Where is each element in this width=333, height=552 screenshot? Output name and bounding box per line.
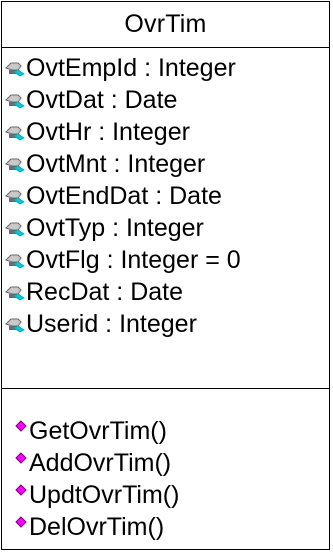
operation-row: AddOvrTim() bbox=[2, 447, 329, 479]
attribute-row: RecDat : Date bbox=[2, 276, 329, 308]
attribute-row: OvtHr : Integer bbox=[2, 116, 329, 148]
operation-row: DelOvrTim() bbox=[2, 511, 329, 543]
public-operation-diamond-icon bbox=[15, 516, 27, 528]
attribute-text: OvtHr : Integer bbox=[26, 117, 190, 146]
attribute-row: OvtTyp : Integer bbox=[2, 212, 329, 244]
attribute-row: Userid : Integer bbox=[2, 308, 329, 340]
attributes-compartment: OvtEmpId : Integer OvtDat : Date OvtHr :… bbox=[2, 52, 329, 340]
attribute-text: RecDat : Date bbox=[26, 277, 184, 306]
attribute-text: OvtMnt : Integer bbox=[26, 149, 206, 178]
attribute-text: OvtDat : Date bbox=[26, 85, 178, 114]
public-operation-diamond-icon bbox=[15, 484, 27, 496]
uml-class-box: OvrTim OvtEmpId : Integer OvtDat : Date bbox=[1, 1, 330, 550]
operation-text: GetOvrTim() bbox=[29, 416, 167, 445]
public-operation-diamond-icon bbox=[15, 452, 27, 464]
protected-attribute-key-icon bbox=[5, 94, 25, 109]
protected-attribute-key-icon bbox=[5, 254, 25, 269]
attribute-text: OvtFlg : Integer = 0 bbox=[26, 245, 241, 274]
operation-row: UpdtOvrTim() bbox=[2, 479, 329, 511]
operation-row: GetOvrTim() bbox=[2, 415, 329, 447]
operation-text: DelOvrTim() bbox=[29, 512, 165, 541]
attributes-divider bbox=[2, 388, 329, 389]
attribute-text: OvtTyp : Integer bbox=[26, 213, 204, 242]
operation-text: AddOvrTim() bbox=[29, 448, 172, 477]
attribute-row: OvtFlg : Integer = 0 bbox=[2, 244, 329, 276]
public-operation-diamond-icon bbox=[15, 420, 27, 432]
operations-compartment: GetOvrTim() AddOvrTim() UpdtOvrTim() Del… bbox=[2, 415, 329, 543]
operation-text: UpdtOvrTim() bbox=[29, 480, 180, 509]
attribute-text: OvtEndDat : Date bbox=[26, 181, 222, 210]
attribute-text: Userid : Integer bbox=[26, 309, 197, 338]
protected-attribute-key-icon bbox=[5, 190, 25, 205]
attribute-row: OvtDat : Date bbox=[2, 84, 329, 116]
protected-attribute-key-icon bbox=[5, 318, 25, 333]
class-name: OvrTim bbox=[124, 10, 207, 38]
attribute-text: OvtEmpId : Integer bbox=[26, 53, 236, 82]
protected-attribute-key-icon bbox=[5, 286, 25, 301]
protected-attribute-key-icon bbox=[5, 222, 25, 237]
protected-attribute-key-icon bbox=[5, 62, 25, 77]
attribute-row: OvtEndDat : Date bbox=[2, 180, 329, 212]
class-name-divider bbox=[2, 47, 329, 48]
protected-attribute-key-icon bbox=[5, 158, 25, 173]
protected-attribute-key-icon bbox=[5, 126, 25, 141]
attribute-row: OvtEmpId : Integer bbox=[2, 52, 329, 84]
attribute-row: OvtMnt : Integer bbox=[2, 148, 329, 180]
